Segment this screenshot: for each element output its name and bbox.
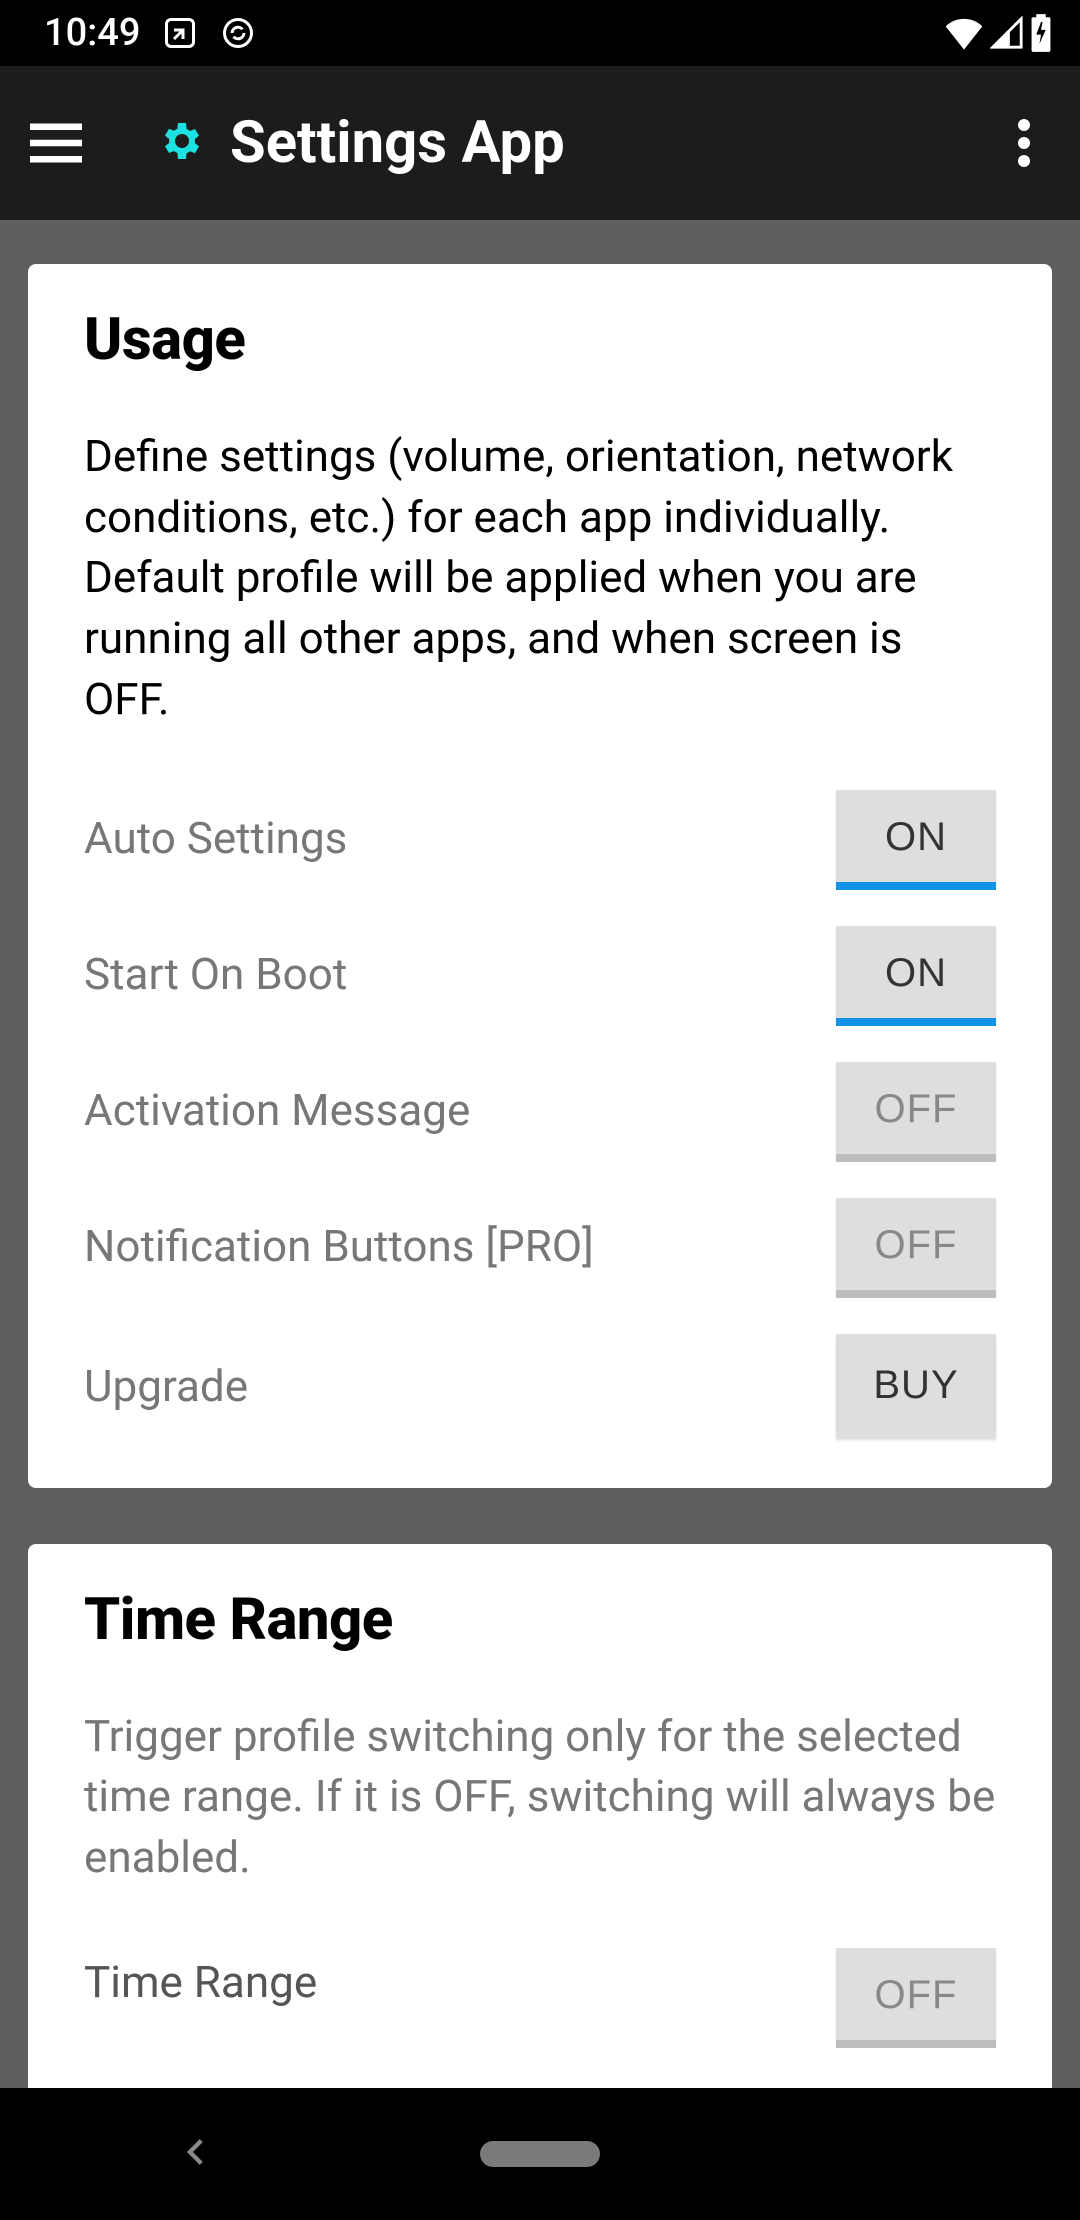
buy-button[interactable]: BUY [836, 1334, 996, 1438]
sync-icon [220, 15, 256, 51]
label-notification-buttons: Notification Buttons [PRO] [84, 1220, 836, 1272]
label-activation-message: Activation Message [84, 1084, 836, 1136]
gear-icon [156, 117, 204, 169]
overflow-menu-icon[interactable] [984, 103, 1064, 183]
signal-icon [990, 16, 1024, 50]
row-activation-message: Activation Message OFF [84, 1062, 996, 1158]
toggle-time-range[interactable]: OFF [836, 1948, 996, 2044]
usage-title: Usage [84, 306, 996, 374]
status-bar: 10:49 [0, 0, 1080, 66]
row-start-on-boot: Start On Boot ON [84, 926, 996, 1022]
label-auto-settings: Auto Settings [84, 812, 836, 864]
toggle-start-on-boot[interactable]: ON [836, 926, 996, 1022]
toggle-auto-settings[interactable]: ON [836, 790, 996, 886]
navigation-bar [0, 2088, 1080, 2220]
time-range-description: Trigger profile switching only for the s… [84, 1706, 996, 1888]
time-range-title: Time Range [84, 1586, 996, 1654]
label-time-range: Time Range [84, 1948, 836, 2008]
row-upgrade: Upgrade BUY [84, 1334, 996, 1438]
nav-home-pill[interactable] [480, 2141, 600, 2167]
wifi-icon [944, 16, 984, 50]
hamburger-icon[interactable] [16, 103, 96, 183]
screenshot-icon [162, 15, 198, 51]
toggle-activation-message[interactable]: OFF [836, 1062, 996, 1158]
time-range-card: Time Range Trigger profile switching onl… [28, 1544, 1052, 2088]
row-auto-settings: Auto Settings ON [84, 790, 996, 886]
usage-description: Define settings (volume, orientation, ne… [84, 426, 996, 730]
row-time-range-toggle: Time Range OFF [84, 1948, 996, 2044]
nav-back-icon[interactable] [180, 2135, 214, 2173]
label-start-on-boot: Start On Boot [84, 948, 836, 1000]
app-bar: Settings App [0, 66, 1080, 220]
label-upgrade: Upgrade [84, 1360, 836, 1412]
content-area: Usage Define settings (volume, orientati… [0, 220, 1080, 2088]
battery-icon [1030, 14, 1052, 52]
app-title: Settings App [230, 109, 565, 177]
usage-card: Usage Define settings (volume, orientati… [28, 264, 1052, 1488]
row-notification-buttons: Notification Buttons [PRO] OFF [84, 1198, 996, 1294]
status-time: 10:49 [44, 11, 140, 55]
toggle-notification-buttons[interactable]: OFF [836, 1198, 996, 1294]
